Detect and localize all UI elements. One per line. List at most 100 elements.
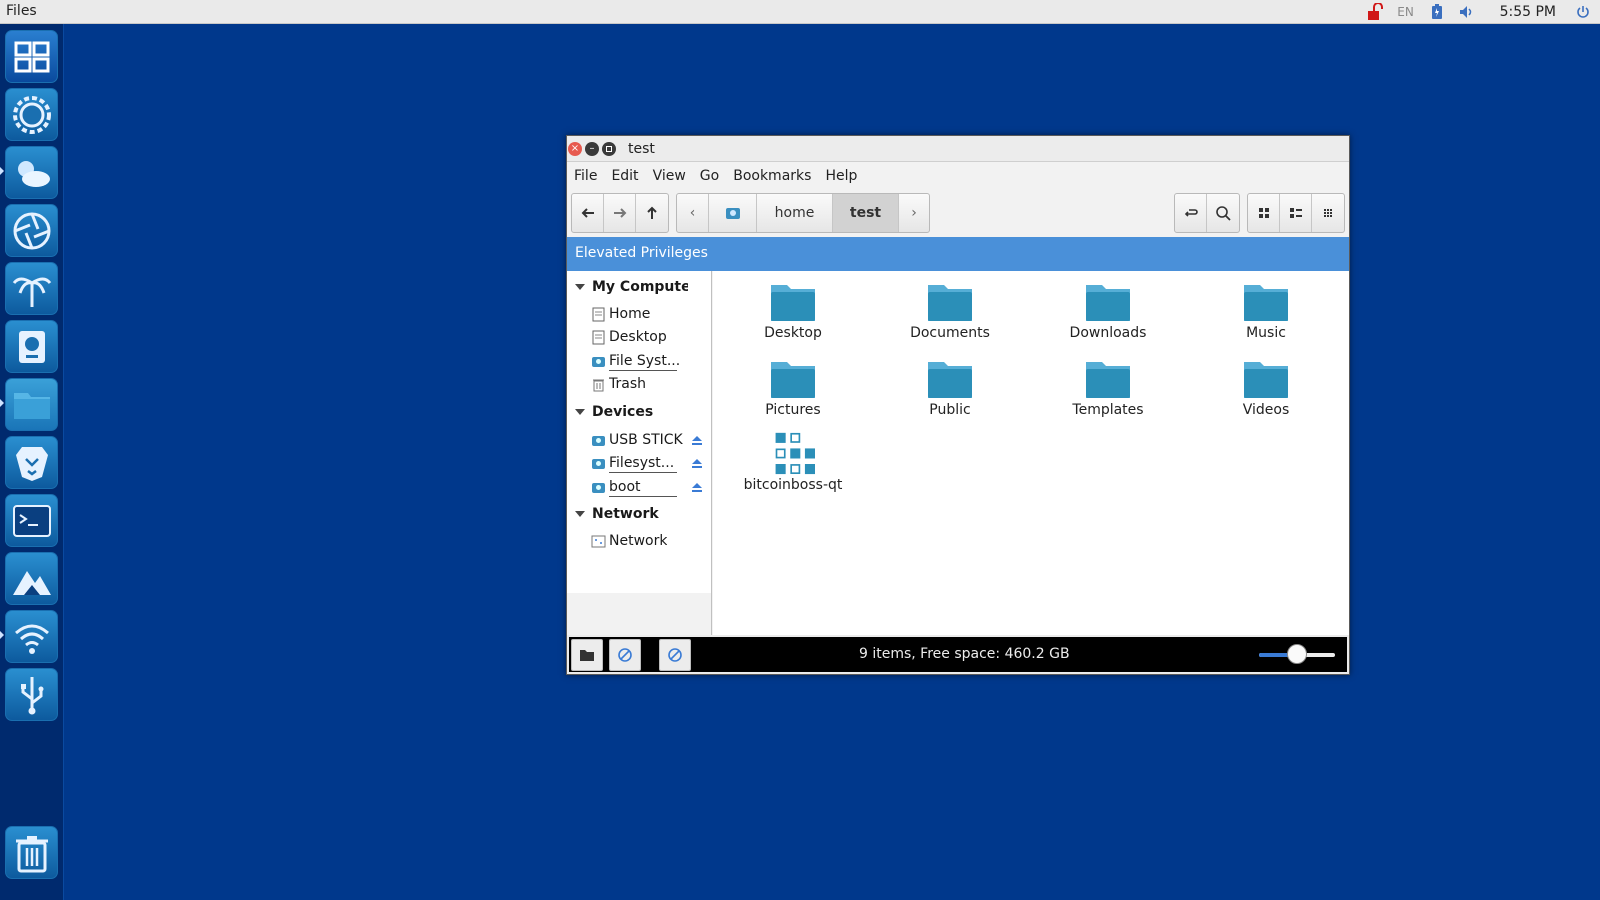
file-item-downloads[interactable]: Downloads	[1033, 279, 1183, 353]
no-entry-icon	[668, 648, 682, 662]
file-view[interactable]: Desktop Documents Downloads Music Pictur…	[713, 271, 1349, 635]
file-item-desktop[interactable]: Desktop	[718, 279, 868, 353]
file-item-music[interactable]: Music	[1191, 279, 1341, 353]
dock-item-terminal[interactable]	[5, 494, 58, 547]
sidebar-empty-area	[567, 593, 711, 635]
navigation-buttons	[571, 193, 669, 233]
no-entry-icon	[618, 648, 632, 662]
file-item-public[interactable]: Public	[875, 356, 1025, 430]
sidebar-item-boot[interactable]: boot	[591, 476, 709, 498]
up-button[interactable]	[636, 194, 668, 232]
show-treeview-button[interactable]	[609, 639, 641, 671]
menu-help[interactable]: Help	[818, 168, 864, 184]
close-icon: ×	[570, 143, 580, 154]
minimize-button[interactable]: –	[585, 142, 599, 156]
forward-button[interactable]	[604, 194, 636, 232]
breadcrumb-scroll-left[interactable]: ‹	[677, 194, 709, 232]
sidebar-item-label: USB STICK	[609, 432, 683, 448]
breadcrumb-current[interactable]: test	[833, 194, 899, 232]
executable-grid-icon	[775, 432, 815, 475]
compact-view-button[interactable]	[1312, 194, 1344, 232]
window-title: test	[628, 141, 655, 157]
list-view-button[interactable]	[1280, 194, 1312, 232]
window-titlebar[interactable]: × – test	[567, 136, 1349, 162]
back-button[interactable]	[572, 194, 604, 232]
menu-view[interactable]: View	[646, 168, 693, 184]
folder-icon	[771, 285, 815, 321]
menu-bookmarks[interactable]: Bookmarks	[726, 168, 818, 184]
sidebar-section-network[interactable]: Network	[575, 506, 659, 522]
list-icon	[1289, 208, 1302, 218]
breadcrumb-root[interactable]	[709, 194, 757, 232]
dock-item-boss[interactable]	[5, 30, 58, 83]
keyboard-layout-indicator[interactable]: EN	[1390, 0, 1422, 24]
menu-edit[interactable]: Edit	[604, 168, 645, 184]
menu-go[interactable]: Go	[693, 168, 726, 184]
show-places-button[interactable]	[571, 639, 603, 671]
clock[interactable]: 5:55 PM	[1500, 0, 1556, 24]
dock-item-weather[interactable]	[5, 146, 58, 199]
sidebar-item-file-system[interactable]: File Syst...	[591, 350, 709, 372]
usb-icon	[20, 676, 43, 714]
sidebar-item-usb-stick[interactable]: USB STICK	[591, 429, 709, 451]
search-button[interactable]	[1207, 194, 1239, 232]
folder-icon	[771, 362, 815, 398]
file-item-label: bitcoinboss-qt	[743, 477, 843, 493]
dock-running-indicator	[0, 167, 4, 175]
drive-icon	[725, 208, 740, 219]
dock-item-palm[interactable]	[5, 262, 58, 315]
sidebar-section-my-computer[interactable]: My Computer	[575, 279, 688, 295]
breadcrumb-scroll-right[interactable]: ›	[899, 194, 929, 232]
dock-item-aperture[interactable]	[5, 204, 58, 257]
file-item-videos[interactable]: Videos	[1191, 356, 1341, 430]
dock-item-trash[interactable]	[5, 826, 58, 879]
section-title: Network	[592, 506, 659, 522]
dock-item-files[interactable]	[5, 378, 58, 431]
grid-icon	[1258, 208, 1269, 218]
file-item-label: Documents	[910, 325, 990, 341]
sidebar-item-home[interactable]: Home	[591, 303, 709, 325]
sidebar-item-desktop[interactable]: Desktop	[591, 326, 709, 348]
lock-icon[interactable]	[1360, 0, 1390, 24]
eject-icon[interactable]	[691, 457, 703, 469]
sidebar-item-label: Filesyst...	[609, 455, 675, 471]
dock-item-mountain[interactable]	[5, 552, 58, 605]
zoom-slider-handle[interactable]	[1287, 644, 1307, 664]
battery-icon[interactable]	[1422, 0, 1452, 24]
sidebar-item-trash[interactable]: Trash	[591, 373, 709, 395]
search-icon	[1216, 206, 1231, 221]
breadcrumb-home[interactable]: home	[757, 194, 833, 232]
power-icon[interactable]	[1572, 0, 1594, 24]
expander-icon	[575, 409, 585, 415]
file-item-templates[interactable]: Templates	[1033, 356, 1183, 430]
brave-lion-icon	[15, 446, 48, 481]
close-button[interactable]: ×	[568, 142, 582, 156]
maximize-button[interactable]	[602, 142, 616, 156]
folder-icon	[928, 285, 972, 321]
network-icon	[591, 535, 606, 547]
icon-view-button[interactable]	[1248, 194, 1280, 232]
eject-icon[interactable]	[691, 434, 703, 446]
dock-item-brave[interactable]	[5, 436, 58, 489]
dock-item-wifi[interactable]	[5, 610, 58, 663]
file-item-label: Public	[929, 402, 971, 418]
menu-file[interactable]: File	[567, 168, 604, 184]
file-item-bitcoinboss-qt[interactable]: bitcoinboss-qt	[718, 431, 868, 505]
hide-sidebar-button[interactable]	[659, 639, 691, 671]
dock-item-usb[interactable]	[5, 668, 58, 721]
eject-icon[interactable]	[691, 481, 703, 493]
file-manager-window: × – test File Edit View Go Bookmarks Hel…	[566, 135, 1350, 675]
volume-icon[interactable]	[1452, 0, 1482, 24]
section-title: My Computer	[592, 279, 688, 295]
boss-logo-icon	[14, 41, 49, 72]
dock-item-settings[interactable]	[5, 88, 58, 141]
file-item-documents[interactable]: Documents	[875, 279, 1025, 353]
folder-icon	[1244, 285, 1288, 321]
dock-item-disks[interactable]	[5, 320, 58, 373]
sidebar-item-filesystem[interactable]: Filesyst...	[591, 452, 709, 474]
sidebar-item-network[interactable]: Network	[591, 530, 709, 552]
sidebar-section-devices[interactable]: Devices	[575, 404, 653, 420]
status-bar: 9 items, Free space: 460.2 GB	[567, 635, 1349, 674]
toggle-location-button[interactable]	[1175, 194, 1207, 232]
file-item-pictures[interactable]: Pictures	[718, 356, 868, 430]
